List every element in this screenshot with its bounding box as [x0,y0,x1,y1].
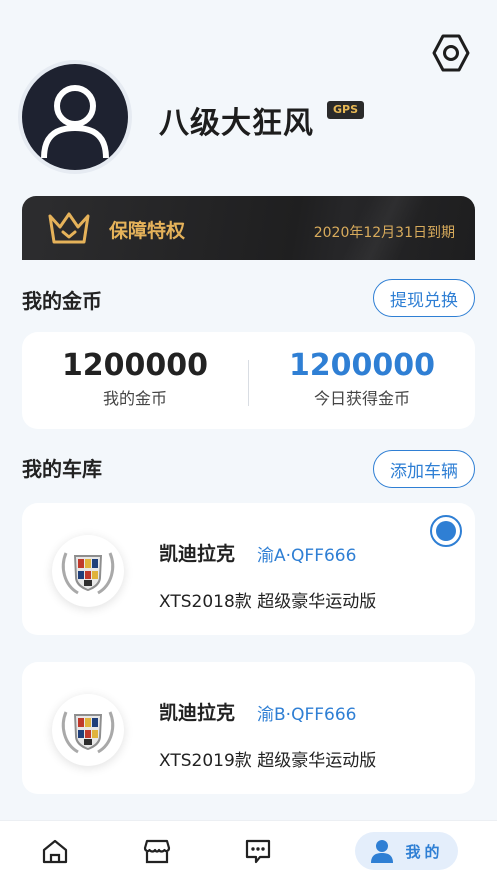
gps-badge: GPS [327,101,365,119]
garage-section-title: 我的车库 [22,457,102,481]
withdraw-exchange-button[interactable]: 提现兑换 [373,279,475,317]
add-vehicle-button[interactable]: 添加车辆 [373,450,475,488]
user-avatar-icon [41,85,109,159]
car-plate: 渝A·QFF666 [257,546,357,566]
bottom-tab-bar: 我的 [0,820,497,883]
avatar[interactable] [22,64,128,170]
settings-button[interactable] [430,32,472,74]
store-icon [143,839,171,864]
my-coins-label: 我的金币 [102,389,167,408]
today-coins: 1200000 今日获得金币 [249,332,475,429]
car-select-radio[interactable] [430,515,462,547]
home-icon [42,839,68,864]
radio-selected-dot [436,521,456,541]
car-card[interactable]: 凯迪拉克 渝B·QFF666 XTS2019款 超级豪华运动版 [22,662,475,794]
tab-me[interactable]: 我的 [355,832,458,870]
my-coins-value: 1200000 [61,348,209,383]
car-brand: 凯迪拉克 [159,543,236,565]
vip-title: 保障特权 [109,220,186,242]
username: 八级大狂风 [159,106,314,141]
coins-section-title: 我的金币 [22,289,102,313]
cadillac-logo-icon [52,535,124,607]
today-coins-label: 今日获得金币 [313,389,410,408]
vip-expire-date: 2020年12月31日到期 [313,225,455,241]
car-model: XTS2019款 超级豪华运动版 [159,751,377,771]
crown-icon [48,212,90,244]
tab-me-label: 我的 [405,842,444,861]
my-coins: 1200000 我的金币 [22,332,248,429]
car-plate: 渝B·QFF666 [257,705,357,725]
message-icon [245,839,271,864]
settings-icon [432,34,470,72]
car-model: XTS2018款 超级豪华运动版 [159,592,377,612]
cadillac-logo-icon [52,694,124,766]
coin-card: 1200000 我的金币 1200000 今日获得金币 [22,332,475,429]
today-coins-value: 1200000 [288,348,436,383]
tab-messages[interactable] [239,831,277,871]
car-brand: 凯迪拉克 [159,702,236,724]
vip-privilege-bar[interactable]: 保障特权 2020年12月31日到期 [22,196,475,260]
tab-home[interactable] [36,831,74,871]
user-icon [371,840,394,863]
car-card[interactable]: 凯迪拉克 渝A·QFF666 XTS2018款 超级豪华运动版 [22,503,475,635]
tab-store[interactable] [138,831,176,871]
